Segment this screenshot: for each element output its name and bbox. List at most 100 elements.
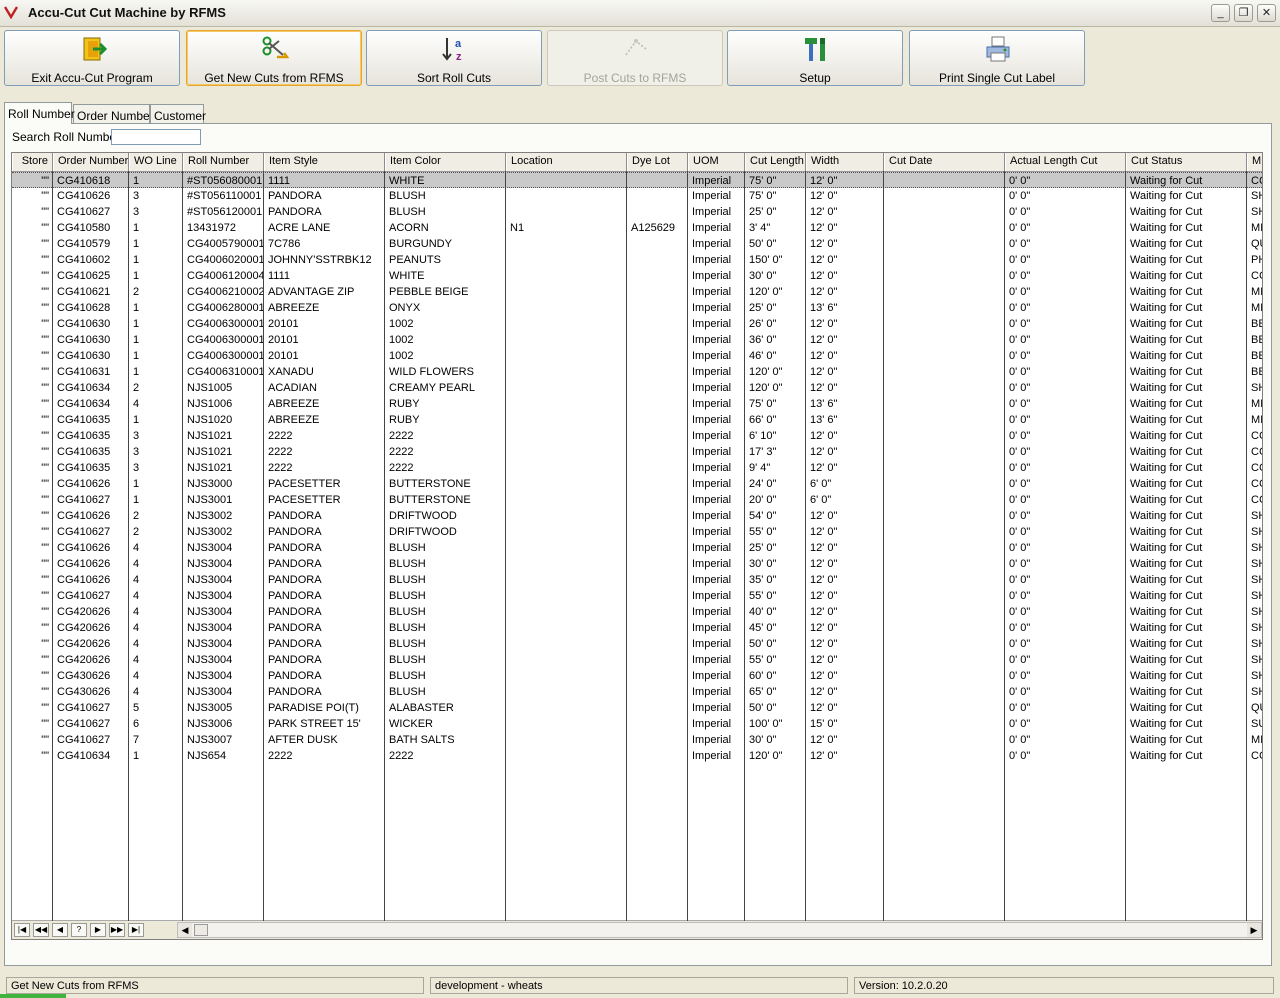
- table-row[interactable]: "" CG410634 4 NJS1006 ABREEZE RUBY Imperial 75'…: [12, 396, 1262, 412]
- cell-actual-length-cut: 0' 0": [1009, 478, 1031, 490]
- cell-m: SH: [1251, 574, 1262, 586]
- close-button[interactable]: ✕: [1257, 4, 1276, 22]
- table-row[interactable]: "" CG410635 1 NJS1020 ABREEZE RUBY Imperial 66'…: [12, 412, 1262, 428]
- table-row[interactable]: "" CG410630 1 CG4006300001 20101 1002 Imperial…: [12, 316, 1262, 332]
- table-row[interactable]: "" CG420626 4 NJS3004 PANDORA BLUSH Imperial 50…: [12, 636, 1262, 652]
- table-row[interactable]: "" CG420626 4 NJS3004 PANDORA BLUSH Imperial 45…: [12, 620, 1262, 636]
- table-row[interactable]: "" CG410621 2 CG4006210002 ADVANTAGE ZIP PEBB…: [12, 284, 1262, 300]
- table-row[interactable]: "" CG410627 3 #ST056120001 PANDORA BLUSH Imper…: [12, 204, 1262, 220]
- table-row[interactable]: "" CG410630 1 CG4006300001 20101 1002 Imperial…: [12, 348, 1262, 364]
- table-row[interactable]: "" CG420626 4 NJS3004 PANDORA BLUSH Imperial 40…: [12, 604, 1262, 620]
- column-header-uom[interactable]: UOM: [688, 153, 745, 171]
- cell-roll-number: CG4006020001: [187, 254, 264, 266]
- cell-cut-status: Waiting for Cut: [1130, 606, 1203, 618]
- tab-order-number[interactable]: Order Number: [73, 104, 154, 123]
- column-header-item-style[interactable]: Item Style: [264, 153, 385, 171]
- scroll-right-icon[interactable]: ▶: [1247, 923, 1261, 937]
- table-row[interactable]: "" CG410635 3 NJS1021 2222 2222 Imperial 6' 10"…: [12, 428, 1262, 444]
- table-row[interactable]: "" CG410618 1 #ST056080001 1111 WHITE Imperial…: [12, 172, 1262, 188]
- setup-button[interactable]: Setup: [727, 30, 903, 86]
- get-new-cuts-button[interactable]: Get New Cuts from RFMS: [186, 30, 362, 86]
- column-header-dye-lot[interactable]: Dye Lot: [627, 153, 688, 171]
- scroll-left-icon[interactable]: ◀: [178, 923, 192, 937]
- cell-item-color: RUBY: [389, 398, 420, 410]
- cell-uom: Imperial: [692, 750, 732, 762]
- table-row[interactable]: "" CG410579 1 CG4005790001 7C786 BURGUNDY Impe…: [12, 236, 1262, 252]
- exit-program-button[interactable]: Exit Accu-Cut Program: [4, 30, 180, 86]
- first-record-icon[interactable]: |◀: [14, 923, 30, 937]
- table-row[interactable]: "" CG410634 1 NJS654 2222 2222 Imperial 120' 0"…: [12, 748, 1262, 764]
- tab-customer[interactable]: Customer: [150, 104, 206, 123]
- table-row[interactable]: "" CG410627 4 NJS3004 PANDORA BLUSH Imperial 55…: [12, 588, 1262, 604]
- table-row[interactable]: "" CG410627 6 NJS3006 PARK STREET 15' WICKER I…: [12, 716, 1262, 732]
- cell-width: 12' 0": [810, 574, 838, 586]
- column-header-store[interactable]: Store: [12, 153, 53, 171]
- column-header-item-color[interactable]: Item Color: [385, 153, 506, 171]
- horizontal-scrollbar[interactable]: ◀ ▶: [177, 922, 1262, 938]
- table-row[interactable]: "" CG410625 1 CG4006120004 1111 WHITE Imperial…: [12, 268, 1262, 284]
- table-row[interactable]: "" CG410628 1 CG4006280001 ABREEZE ONYX Imperi…: [12, 300, 1262, 316]
- cell-width: 12' 0": [810, 734, 838, 746]
- column-header-m[interactable]: M: [1247, 153, 1262, 171]
- cell-cut-length: 50' 0": [749, 702, 777, 714]
- cell-location: [506, 572, 627, 588]
- table-row[interactable]: "" CG410602 1 CG4006020001 JOHNNY'SSTRBK12 PE…: [12, 252, 1262, 268]
- column-header-cut-length[interactable]: Cut Length: [745, 153, 806, 171]
- post-cuts-button[interactable]: Post Cuts to RFMS: [547, 30, 723, 86]
- column-header-order-number[interactable]: Order Number: [53, 153, 129, 171]
- next-page-icon[interactable]: ▶▶: [109, 923, 125, 937]
- column-header-wo-line[interactable]: WO Line: [129, 153, 183, 171]
- table-row[interactable]: "" CG430626 4 NJS3004 PANDORA BLUSH Imperial 60…: [12, 668, 1262, 684]
- cell-store: "": [41, 734, 49, 746]
- cell-cut-date: [884, 252, 1005, 268]
- cell-width: 12' 0": [810, 558, 838, 570]
- cell-order-number: CG410626: [57, 558, 111, 570]
- table-row[interactable]: "" CG410626 4 NJS3004 PANDORA BLUSH Imperial 25…: [12, 540, 1262, 556]
- table-row[interactable]: "" CG410627 2 NJS3002 PANDORA DRIFTWOOD Imperi…: [12, 524, 1262, 540]
- column-header-roll-number[interactable]: Roll Number: [183, 153, 264, 171]
- cell-dye-lot: [627, 380, 688, 396]
- print-cut-label-button[interactable]: Print Single Cut Label: [909, 30, 1085, 86]
- cell-cut-status: Waiting for Cut: [1130, 270, 1203, 282]
- next-record-icon[interactable]: ▶: [90, 923, 106, 937]
- cell-cut-date: [884, 668, 1005, 684]
- cell-uom: Imperial: [692, 254, 732, 266]
- table-row[interactable]: "" CG410630 1 CG4006300001 20101 1002 Imperial…: [12, 332, 1262, 348]
- prev-record-icon[interactable]: ◀: [52, 923, 68, 937]
- column-header-location[interactable]: Location: [506, 153, 627, 171]
- last-record-icon[interactable]: ▶|: [128, 923, 144, 937]
- minimize-button[interactable]: _: [1211, 4, 1230, 22]
- table-row[interactable]: "" CG410631 1 CG4006310001 XANADU WILD FLOWER…: [12, 364, 1262, 380]
- column-header-cut-date[interactable]: Cut Date: [884, 153, 1005, 171]
- search-roll-number-input[interactable]: [111, 129, 201, 145]
- table-row[interactable]: "" CG410627 7 NJS3007 AFTER DUSK BATH SALTS Im…: [12, 732, 1262, 748]
- table-row[interactable]: "" CG430626 4 NJS3004 PANDORA BLUSH Imperial 65…: [12, 684, 1262, 700]
- scroll-thumb[interactable]: [194, 924, 208, 936]
- table-row[interactable]: "" CG410627 1 NJS3001 PACESETTER BUTTERSTONE I…: [12, 492, 1262, 508]
- table-row[interactable]: "" CG410626 1 NJS3000 PACESETTER BUTTERSTONE I…: [12, 476, 1262, 492]
- table-row[interactable]: "" CG410626 4 NJS3004 PANDORA BLUSH Imperial 30…: [12, 556, 1262, 572]
- tab-roll-number[interactable]: Roll Number: [4, 102, 75, 124]
- cell-item-color: 2222: [389, 750, 414, 762]
- table-row[interactable]: "" CG410626 2 NJS3002 PANDORA DRIFTWOOD Imperi…: [12, 508, 1262, 524]
- table-row[interactable]: "" CG410626 3 #ST056110001 PANDORA BLUSH Imper…: [12, 188, 1262, 204]
- table-row[interactable]: "" CG410580 1 13431972 ACRE LANE ACORN N1 A1256…: [12, 220, 1262, 236]
- cell-actual-length-cut: 0' 0": [1009, 430, 1031, 442]
- column-header-cut-status[interactable]: Cut Status: [1126, 153, 1247, 171]
- table-row[interactable]: "" CG410635 3 NJS1021 2222 2222 Imperial 9' 4" 1…: [12, 460, 1262, 476]
- help-icon[interactable]: ?: [71, 923, 87, 937]
- cell-roll-number: 13431972: [187, 222, 236, 234]
- table-row[interactable]: "" CG410627 5 NJS3005 PARADISE POI(T) ALABAST…: [12, 700, 1262, 716]
- cell-order-number: CG410631: [57, 366, 111, 378]
- cell-item-color: DRIFTWOOD: [389, 510, 457, 522]
- column-header-actual-length-cut[interactable]: Actual Length Cut: [1005, 153, 1126, 171]
- sort-roll-cuts-button[interactable]: a z Sort Roll Cuts: [366, 30, 542, 86]
- table-row[interactable]: "" CG410635 3 NJS1021 2222 2222 Imperial 17' 3"…: [12, 444, 1262, 460]
- table-row[interactable]: "" CG410626 4 NJS3004 PANDORA BLUSH Imperial 35…: [12, 572, 1262, 588]
- table-row[interactable]: "" CG410634 2 NJS1005 ACADIAN CREAMY PEARL Imp…: [12, 380, 1262, 396]
- column-header-width[interactable]: Width: [806, 153, 884, 171]
- cuts-grid[interactable]: Store Order Number WO Line Roll Number Item …: [11, 152, 1263, 940]
- prev-page-icon[interactable]: ◀◀: [33, 923, 49, 937]
- table-row[interactable]: "" CG420626 4 NJS3004 PANDORA BLUSH Imperial 55…: [12, 652, 1262, 668]
- maximize-button[interactable]: ❐: [1234, 4, 1253, 22]
